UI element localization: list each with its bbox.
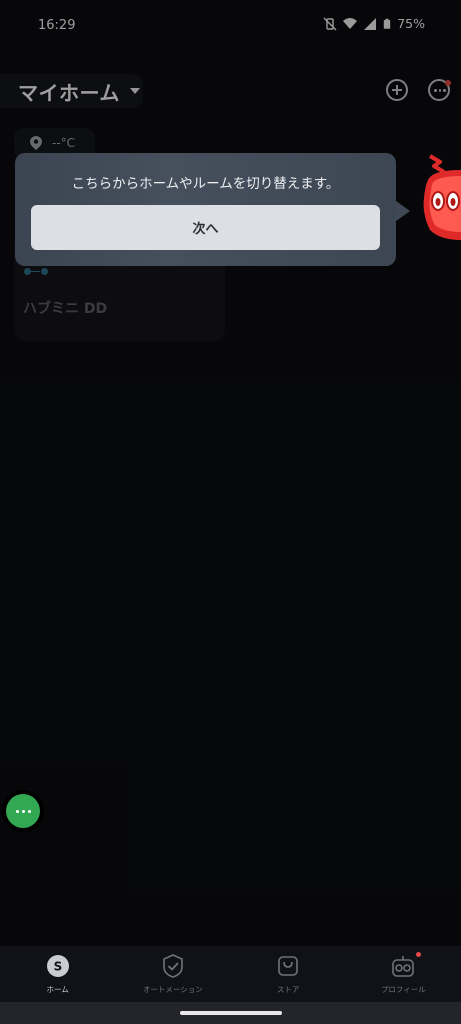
home-s-icon: S — [46, 955, 69, 977]
tooltip-message: こちらからホームやルームを切り替えます。 — [71, 176, 340, 192]
store-bag-icon — [278, 956, 298, 976]
next-button[interactable]: 次へ — [31, 205, 380, 250]
nav-label-store: ストア — [276, 985, 300, 994]
mascot-robot-icon — [423, 154, 461, 240]
onboarding-overlay — [0, 0, 461, 946]
nav-label-automation: オートメーション — [142, 985, 203, 994]
nav-item-profile[interactable]: プロフィール — [346, 946, 461, 1002]
app-screen: 16:29 75% マイホーム --°C ハブミニ DD こちらからホームやルー… — [0, 0, 461, 1024]
profile-robot-icon — [392, 956, 415, 977]
svg-text:S: S — [53, 960, 62, 974]
nav-label-home: ホーム — [46, 985, 69, 994]
quick-menu-button[interactable] — [6, 794, 40, 828]
nav-item-home[interactable]: S ホーム — [0, 946, 115, 1002]
system-gesture-area — [0, 1002, 461, 1024]
bottom-nav: S ホーム オートメーション ストア プロフィール — [0, 946, 461, 1002]
nav-item-store[interactable]: ストア — [231, 946, 346, 1002]
gesture-handle[interactable] — [180, 1011, 282, 1015]
automation-check-icon — [163, 954, 183, 978]
profile-badge — [415, 952, 421, 957]
nav-label-profile: プロフィール — [380, 985, 426, 994]
nav-item-automation[interactable]: オートメーション — [115, 946, 230, 1002]
onboarding-tooltip: こちらからホームやルームを切り替えます。 次へ — [15, 153, 410, 266]
